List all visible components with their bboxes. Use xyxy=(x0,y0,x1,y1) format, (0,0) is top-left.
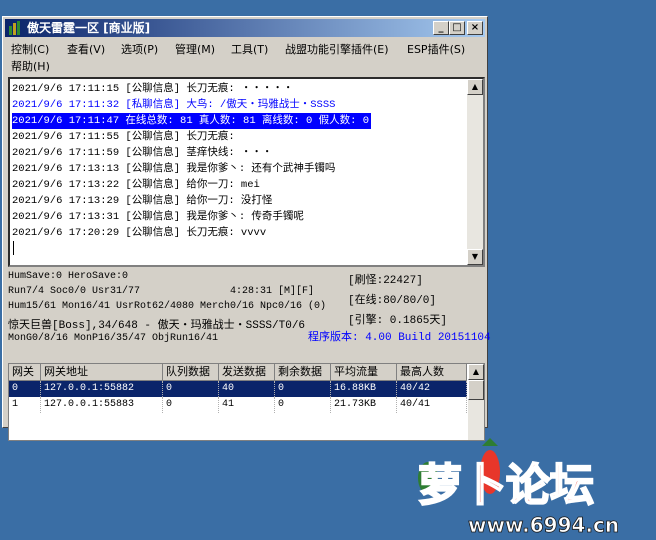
online-count: [在线:80/80/0] xyxy=(348,295,437,307)
title-bar[interactable]: 傲天雷霆一区 [商业版] _ □ × xyxy=(5,19,485,37)
menu-esp-plugin[interactable]: ESP插件(S) xyxy=(407,41,465,57)
scroll-down-icon[interactable]: ▼ xyxy=(467,249,483,265)
status-save: HumSave:0 HeroSave:0 xyxy=(8,271,129,282)
table-cell[interactable]: 0 xyxy=(163,381,219,397)
logo-url: www.6994.cn xyxy=(468,513,619,537)
log-scrollbar[interactable]: ▲ ▼ xyxy=(467,79,483,265)
log-line: 2021/9/6 17:13:13 [公聊信息] 我是你爹丶: 还有个武神手镯吗 xyxy=(12,163,336,175)
engine-uptime: [引擎: 0.1865天] xyxy=(348,315,448,327)
column-header[interactable]: 队列数据 xyxy=(163,364,219,381)
table-cell[interactable]: 40/42 xyxy=(397,381,467,397)
app-icon xyxy=(9,21,20,35)
log-line: 2021/9/6 17:13:31 [公聊信息] 我是你爹丶: 传奇手镯呢 xyxy=(12,211,304,223)
close-button[interactable]: × xyxy=(467,21,483,35)
menu-control[interactable]: 控制(C) xyxy=(11,41,49,57)
log-panel[interactable]: 2021/9/6 17:11:15 [公聊信息] 长刀无痕: ・・・・・ 2021… xyxy=(8,77,485,267)
refresh-count: [刷怪:22427] xyxy=(348,275,423,287)
menu-bar: 控制(C) 查看(V) 选项(P) 管理(M) 工具(T) 战盟功能引擎插件(E… xyxy=(7,39,483,73)
table-scroll-up-icon[interactable]: ▲ xyxy=(468,364,484,380)
menu-manage[interactable]: 管理(M) xyxy=(175,41,215,57)
table-cell[interactable]: 21.73KB xyxy=(331,397,397,413)
log-line: 2021/9/6 17:11:47 在线总数: 81 真人数: 81 离线数: … xyxy=(12,113,372,129)
table-cell[interactable]: 1 xyxy=(9,397,41,413)
menu-help[interactable]: 帮助(H) xyxy=(11,58,50,74)
menu-view[interactable]: 查看(V) xyxy=(67,41,105,57)
maximize-button[interactable]: □ xyxy=(449,21,465,35)
table-cell[interactable]: 0 xyxy=(163,397,219,413)
log-line: 2021/9/6 17:11:15 [公聊信息] 长刀无痕: ・・・・・ xyxy=(12,83,294,95)
table-cell[interactable]: 127.0.0.1:55882 xyxy=(41,381,163,397)
status-time: 4:28:31 [M][F] xyxy=(230,286,315,297)
column-header[interactable]: 发送数据 xyxy=(219,364,275,381)
column-header[interactable]: 剩余数据 xyxy=(275,364,331,381)
table-cell[interactable]: 40 xyxy=(219,381,275,397)
status-monsters: MonG0/8/16 MonP16/35/47 ObjRun16/41 xyxy=(8,333,219,344)
column-header[interactable]: 平均流量 xyxy=(331,364,397,381)
log-line: 2021/9/6 17:20:29 [公聊信息] 长刀无痕: vvvv xyxy=(12,227,267,239)
table-cell[interactable]: 16.88KB xyxy=(331,381,397,397)
log-line: 2021/9/6 17:13:29 [公聊信息] 给你一刀: 没打怪 xyxy=(12,195,273,207)
status-run: Run7/4 Soc0/0 Usr31/77 xyxy=(8,286,141,297)
status-panel: HumSave:0 HeroSave:0 Run7/4 Soc0/0 Usr31… xyxy=(8,271,491,361)
table-cell[interactable]: 41 xyxy=(219,397,275,413)
column-header[interactable]: 最高人数 xyxy=(397,364,467,381)
gateway-table[interactable]: 网关 网关地址 队列数据 发送数据 剩余数据 平均流量 最高人数 0 127.0.0.1:55… xyxy=(8,363,485,441)
table-cell[interactable]: 0 xyxy=(275,381,331,397)
window-title: 傲天雷霆一区 [商业版] xyxy=(27,21,151,35)
table-cell[interactable]: 0 xyxy=(275,397,331,413)
log-line: 2021/9/6 17:13:22 [公聊信息] 给你一刀: mei xyxy=(12,179,260,191)
menu-tools[interactable]: 工具(T) xyxy=(231,41,268,57)
log-line: 2021/9/6 17:11:32 [私聊信息] 大鸟: /傲天・玛雅战士・SS… xyxy=(12,99,336,111)
log-line: 2021/9/6 17:11:59 [公聊信息] 茎痒快线: ・・・ xyxy=(12,147,273,159)
minimize-button[interactable]: _ xyxy=(433,21,449,35)
log-line: 2021/9/6 17:11:55 [公聊信息] 长刀无痕: xyxy=(12,131,235,143)
table-cell[interactable]: 127.0.0.1:55883 xyxy=(41,397,163,413)
column-header[interactable]: 网关 xyxy=(9,364,41,381)
status-boss: 惊天巨兽[Boss],34/648 - 傲天・玛雅战士・SSSS/T0/6 xyxy=(8,320,306,332)
menu-engine-plugin[interactable]: 战盟功能引擎插件(E) xyxy=(285,41,389,57)
logo-text: 萝卜论坛 xyxy=(418,460,594,511)
column-header[interactable]: 网关地址 xyxy=(41,364,163,381)
program-version: 程序版本: 4.00 Build 20151104 xyxy=(308,332,491,344)
scroll-thumb[interactable] xyxy=(468,380,484,400)
scroll-up-icon[interactable]: ▲ xyxy=(467,79,483,95)
main-window: 傲天雷霆一区 [商业版] _ □ × 控制(C) 查看(V) 选项(P) 管理(… xyxy=(2,16,491,441)
table-cell[interactable]: 0 xyxy=(9,381,41,397)
table-cell[interactable]: 40/41 xyxy=(397,397,467,413)
menu-options[interactable]: 选项(P) xyxy=(121,41,158,57)
forum-logo: 萝卜论坛 www.6994.cn xyxy=(417,438,620,537)
status-counters: Hum15/61 Mon16/41 UsrRot62/4080 Merch0/1… xyxy=(8,301,327,312)
table-scrollbar[interactable]: ▲ xyxy=(468,364,484,440)
text-caret xyxy=(13,241,14,255)
